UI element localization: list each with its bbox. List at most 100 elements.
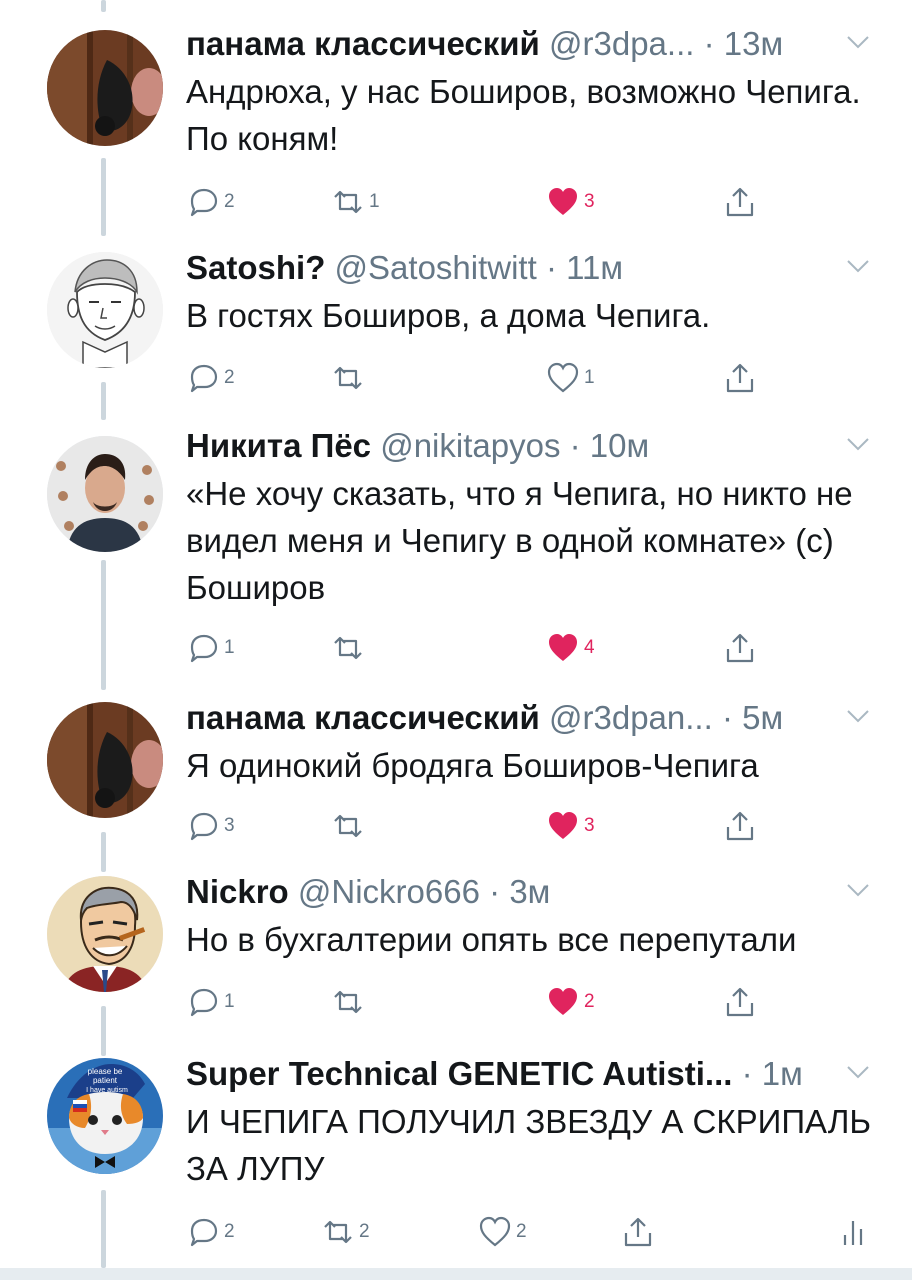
chevron-down-icon[interactable] <box>846 1064 870 1080</box>
author-handle[interactable]: @Nickro666 <box>298 873 480 910</box>
reply-count: 3 <box>224 815 235 836</box>
chevron-down-icon[interactable] <box>846 258 870 274</box>
analytics-icon <box>843 1221 863 1245</box>
tweet-actions: 1 4 <box>186 628 866 668</box>
like-count: 1 <box>584 367 595 388</box>
tweet[interactable]: Satoshi? @Satoshitwitt · 11м В гостях Бо… <box>0 246 912 416</box>
chevron-down-icon[interactable] <box>846 882 870 898</box>
retweet-button[interactable] <box>331 982 369 1022</box>
share-button[interactable] <box>621 1212 655 1252</box>
separator: · <box>545 249 557 286</box>
tweet-time[interactable]: 11м <box>566 249 623 286</box>
share-button[interactable] <box>723 358 757 398</box>
retweet-icon <box>334 366 362 390</box>
retweet-icon <box>334 990 362 1014</box>
analytics-button[interactable] <box>836 1212 870 1252</box>
tweet-actions: 1 2 <box>186 982 866 1022</box>
retweet-icon <box>334 636 362 660</box>
reply-button[interactable]: 1 <box>186 982 235 1022</box>
reply-button[interactable]: 2 <box>186 182 235 222</box>
separator: · <box>721 699 733 736</box>
avatar-caption: patient <box>93 1076 118 1085</box>
tweet-time[interactable]: 13м <box>724 25 783 62</box>
author-handle[interactable]: @r3dpa... <box>549 25 694 62</box>
like-button[interactable]: 2 <box>478 1212 527 1252</box>
tweet-time[interactable]: 10м <box>590 427 649 464</box>
retweet-count: 1 <box>369 191 380 212</box>
avatar[interactable] <box>47 702 163 818</box>
heart-icon <box>549 188 577 215</box>
share-button[interactable] <box>723 182 757 222</box>
author-handle[interactable]: @nikitapyos <box>380 427 560 464</box>
like-button[interactable]: 4 <box>546 628 595 668</box>
chevron-down-icon[interactable] <box>846 436 870 452</box>
like-count: 2 <box>516 1221 527 1242</box>
share-icon <box>726 987 754 1017</box>
retweet-icon <box>334 190 362 214</box>
like-button[interactable]: 3 <box>546 182 595 222</box>
reply-button[interactable]: 2 <box>186 1212 235 1252</box>
separator: · <box>489 873 501 910</box>
retweet-button[interactable] <box>331 358 369 398</box>
share-icon <box>726 811 754 841</box>
reply-button[interactable]: 1 <box>186 628 235 668</box>
share-button[interactable] <box>723 628 757 668</box>
tweet-actions: 2 1 <box>186 358 866 398</box>
author-name[interactable]: Nickro <box>186 873 289 910</box>
share-icon <box>624 1217 652 1247</box>
reply-icon <box>190 634 218 663</box>
tweet[interactable]: панама классический @r3dpa... · 13м Андр… <box>0 22 912 222</box>
share-button[interactable] <box>723 982 757 1022</box>
author-name[interactable]: панама классический <box>186 699 540 736</box>
like-count: 4 <box>584 637 595 658</box>
retweet-button[interactable] <box>331 806 369 846</box>
author-name[interactable]: Super Technical GENETIC Autisti... <box>186 1055 732 1092</box>
retweet-button[interactable]: 1 <box>331 182 380 222</box>
heart-icon <box>549 812 577 839</box>
tweet[interactable]: please be patient I have autism Super Te… <box>0 1052 912 1262</box>
reply-count: 1 <box>224 991 235 1012</box>
retweet-count: 2 <box>359 1221 370 1242</box>
reply-count: 2 <box>224 367 235 388</box>
chevron-down-icon[interactable] <box>846 34 870 50</box>
author-name[interactable]: панама классический <box>186 25 540 62</box>
tweet[interactable]: Никита Пёс @nikitapyos · 10м «Не хочу ск… <box>0 424 912 674</box>
author-name[interactable]: Никита Пёс <box>186 427 371 464</box>
author-name[interactable]: Satoshi? <box>186 249 325 286</box>
author-handle[interactable]: @r3dpan... <box>549 699 713 736</box>
tweet-actions: 2 1 3 <box>186 182 866 222</box>
reply-button[interactable]: 2 <box>186 358 235 398</box>
tweet[interactable]: панама классический @r3dpan... · 5м Я од… <box>0 696 912 856</box>
tweet[interactable]: Nickro @Nickro666 · 3м Но в бухгалтерии … <box>0 870 912 1030</box>
share-icon <box>726 187 754 217</box>
retweet-button[interactable] <box>331 628 369 668</box>
separator: · <box>569 427 581 464</box>
heart-icon <box>547 362 579 393</box>
avatar[interactable] <box>47 252 163 368</box>
reply-icon <box>190 364 218 393</box>
reply-count: 2 <box>224 1221 235 1242</box>
tweet-text: Но в бухгалтерии опять все перепутали <box>186 921 797 958</box>
retweet-icon <box>334 814 362 838</box>
avatar[interactable]: please be patient I have autism <box>47 1058 163 1174</box>
share-button[interactable] <box>723 806 757 846</box>
tweet-time[interactable]: 5м <box>742 699 783 736</box>
tweet-time[interactable]: 1м <box>762 1055 803 1092</box>
reply-icon <box>190 1218 218 1247</box>
like-button[interactable]: 1 <box>546 358 595 398</box>
like-count: 3 <box>584 815 595 836</box>
author-handle[interactable]: @Satoshitwitt <box>335 249 537 286</box>
avatar[interactable] <box>47 876 163 992</box>
thread-line <box>101 0 106 12</box>
avatar-caption: please be <box>88 1067 123 1076</box>
retweet-button[interactable]: 2 <box>321 1212 370 1252</box>
tweet-time[interactable]: 3м <box>509 873 550 910</box>
avatar[interactable] <box>47 30 163 146</box>
like-button[interactable]: 2 <box>546 982 595 1022</box>
chevron-down-icon[interactable] <box>846 708 870 724</box>
like-count: 2 <box>584 991 595 1012</box>
tweet-text: «Не хочу сказать, что я Чепига, но никто… <box>186 475 853 606</box>
avatar[interactable] <box>47 436 163 552</box>
like-button[interactable]: 3 <box>546 806 595 846</box>
reply-button[interactable]: 3 <box>186 806 235 846</box>
